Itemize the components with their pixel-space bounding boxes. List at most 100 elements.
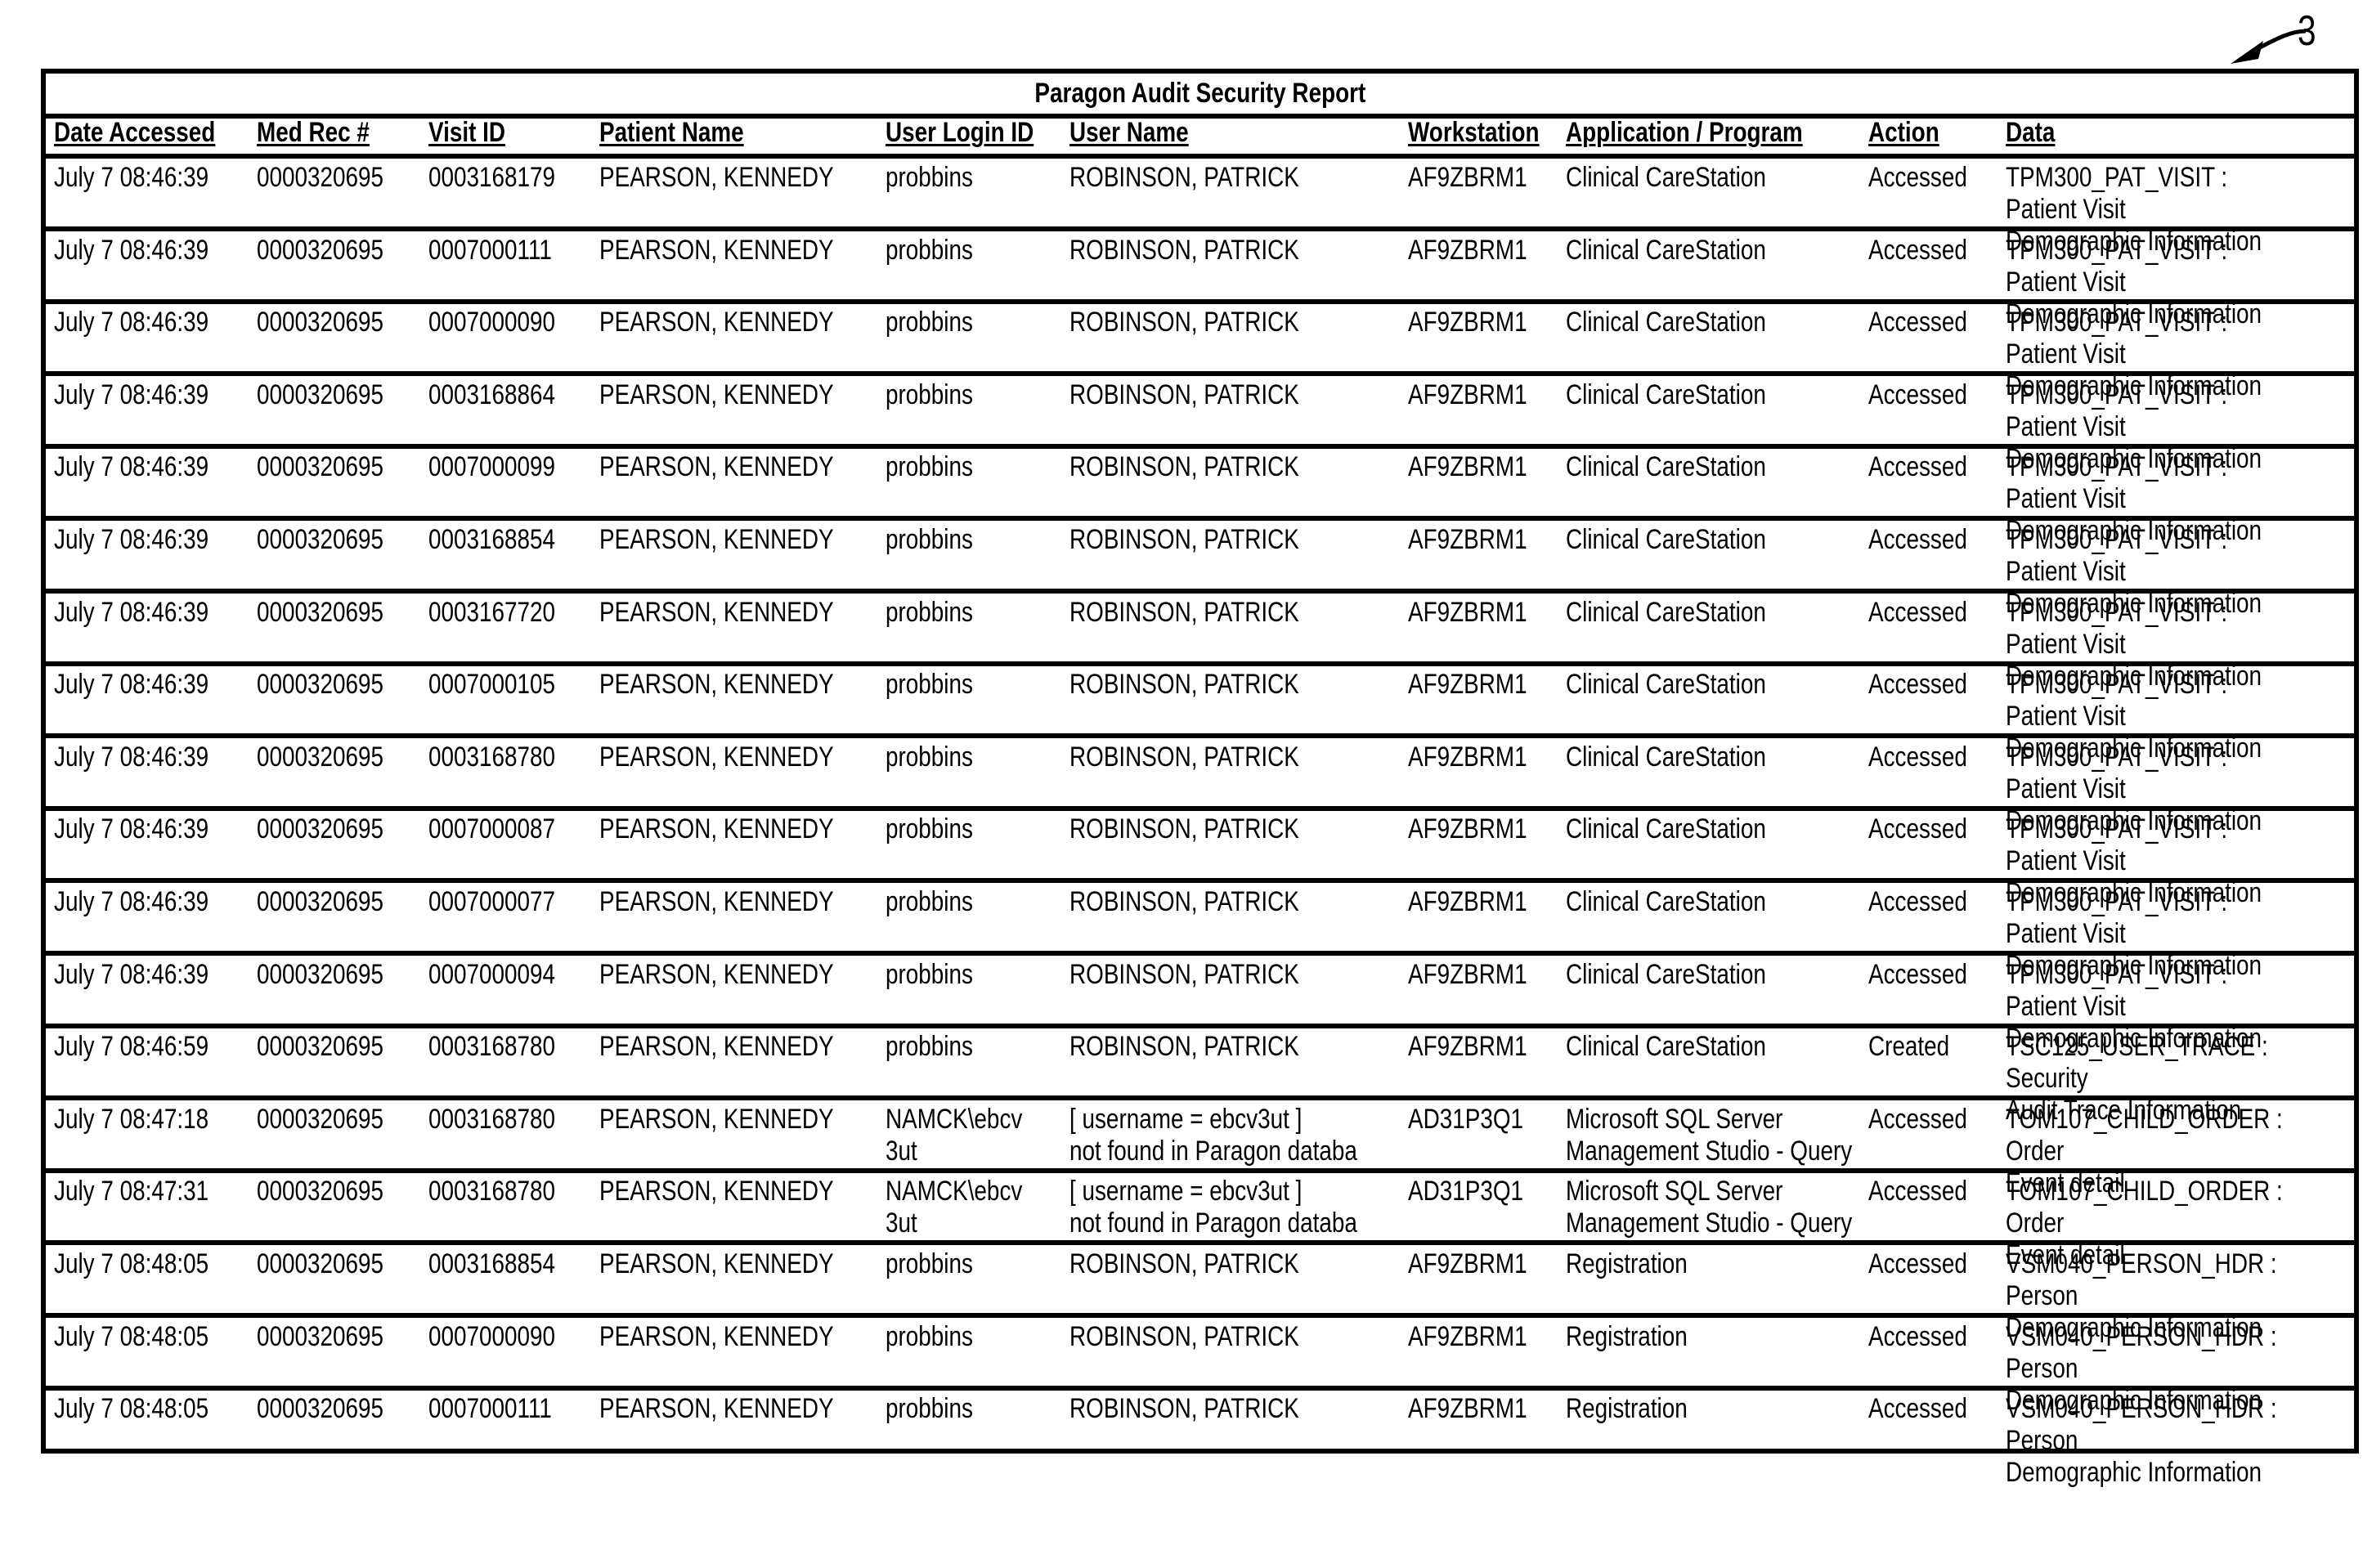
cell-patient-name: PEARSON, KENNEDY (599, 524, 834, 555)
cell-date-accessed: July 7 08:47:31 (54, 1176, 209, 1207)
cell-user-login-id: probbins (886, 1031, 973, 1063)
cell-workstation: AF9ZBRM1 (1408, 596, 1527, 628)
cell-visit-id: 0007000105 (428, 669, 556, 701)
cell-workstation: AD31P3Q1 (1408, 1176, 1524, 1207)
cell-date-accessed: July 7 08:46:39 (54, 596, 209, 628)
cell-visit-id: 0007000099 (428, 451, 556, 483)
cell-workstation: AF9ZBRM1 (1408, 379, 1527, 410)
cell-user-login-id: probbins (886, 307, 973, 338)
cell-user-name: ROBINSON, PATRICK (1069, 596, 1299, 628)
table-row: July 7 08:48:05 0000320695 0007000090 PEARS… (46, 1318, 2354, 1416)
cell-date-accessed: July 7 08:46:39 (54, 958, 209, 990)
cell-date-accessed: July 7 08:46:39 (54, 379, 209, 410)
cell-user-login-id: probbins (886, 596, 973, 628)
cell-action: Accessed (1868, 596, 1967, 628)
cell-user-login-id: probbins (886, 1320, 973, 1352)
cell-patient-name: PEARSON, KENNEDY (599, 379, 834, 410)
cell-user-login-id: probbins (886, 162, 973, 193)
cell-visit-id: 0003167720 (428, 596, 556, 628)
cell-user-login-id: probbins (886, 379, 973, 410)
column-header-date-accessed: Date Accessed (54, 117, 216, 148)
cell-user-login-id: probbins (886, 451, 973, 483)
cell-action: Accessed (1868, 162, 1967, 193)
cell-visit-id: 0003168780 (428, 1176, 556, 1207)
report-title: Paragon Audit Security Report (1034, 78, 1365, 109)
cell-patient-name: PEARSON, KENNEDY (599, 451, 834, 483)
cell-patient-name: PEARSON, KENNEDY (599, 886, 834, 917)
cell-med-rec: 0000320695 (257, 1176, 384, 1207)
cell-patient-name: PEARSON, KENNEDY (599, 958, 834, 990)
table-row: July 7 08:46:39 0000320695 0003168854 PEARS… (46, 521, 2354, 619)
cell-application: Clinical CareStation (1566, 379, 1766, 410)
cell-action: Accessed (1868, 1248, 1967, 1279)
cell-user-name: ROBINSON, PATRICK (1069, 162, 1299, 193)
column-header-data: Data (2006, 117, 2056, 148)
cell-visit-id: 0007000087 (428, 813, 556, 845)
cell-action: Accessed (1868, 451, 1967, 483)
table-row: July 7 08:46:39 0000320695 0003168864 PEARS… (46, 376, 2354, 474)
column-header-patient-name: Patient Name (599, 117, 744, 148)
cell-workstation: AF9ZBRM1 (1408, 1393, 1527, 1425)
cell-date-accessed: July 7 08:46:59 (54, 1031, 209, 1063)
column-header-workstation: Workstation (1408, 117, 1540, 148)
table-row: July 7 08:46:39 0000320695 0007000094 PEARS… (46, 956, 2354, 1054)
cell-application: Registration (1566, 1393, 1688, 1425)
cell-visit-id: 0003168854 (428, 1248, 556, 1279)
cell-visit-id: 0003168179 (428, 162, 556, 193)
cell-user-login-id: probbins (886, 1248, 973, 1279)
cell-user-login-id: probbins (886, 1393, 973, 1425)
cell-user-name: ROBINSON, PATRICK (1069, 1320, 1299, 1352)
cell-med-rec: 0000320695 (257, 524, 384, 555)
cell-med-rec: 0000320695 (257, 1393, 384, 1425)
table-row: July 7 08:46:39 0000320695 0007000077 PEARS… (46, 883, 2354, 981)
cell-application: Clinical CareStation (1566, 958, 1766, 990)
cell-med-rec: 0000320695 (257, 741, 384, 773)
header-row: Date Accessed Med Rec # Visit ID Patient Na… (46, 114, 2354, 159)
cell-action: Accessed (1868, 1103, 1967, 1135)
cell-application: Clinical CareStation (1566, 741, 1766, 773)
column-header-user-login-id: User Login ID (886, 117, 1034, 148)
cell-visit-id: 0003168864 (428, 379, 556, 410)
cell-action: Accessed (1868, 813, 1967, 845)
column-header-user-name: User Name (1069, 117, 1189, 148)
cell-workstation: AF9ZBRM1 (1408, 307, 1527, 338)
cell-patient-name: PEARSON, KENNEDY (599, 1176, 834, 1207)
cell-user-login-id: probbins (886, 234, 973, 266)
cell-workstation: AF9ZBRM1 (1408, 1031, 1527, 1063)
cell-patient-name: PEARSON, KENNEDY (599, 813, 834, 845)
cell-user-login-id: NAMCK\ebcv 3ut (886, 1103, 1023, 1167)
cell-patient-name: PEARSON, KENNEDY (599, 1393, 834, 1425)
cell-action: Accessed (1868, 524, 1967, 555)
table-row: July 7 08:46:39 0000320695 0007000111 PEARS… (46, 231, 2354, 329)
cell-workstation: AF9ZBRM1 (1408, 1248, 1527, 1279)
cell-workstation: AF9ZBRM1 (1408, 1320, 1527, 1352)
cell-visit-id: 0007000090 (428, 307, 556, 338)
cell-workstation: AF9ZBRM1 (1408, 669, 1527, 701)
cell-user-login-id: probbins (886, 886, 973, 917)
table-row: July 7 08:46:39 0000320695 0003168179 PEARS… (46, 159, 2354, 257)
cell-date-accessed: July 7 08:48:05 (54, 1393, 209, 1425)
cell-user-name: ROBINSON, PATRICK (1069, 1248, 1299, 1279)
cell-med-rec: 0000320695 (257, 1320, 384, 1352)
cell-application: Clinical CareStation (1566, 307, 1766, 338)
column-header-action: Action (1868, 117, 1939, 148)
cell-workstation: AF9ZBRM1 (1408, 958, 1527, 990)
cell-patient-name: PEARSON, KENNEDY (599, 1248, 834, 1279)
cell-visit-id: 0003168780 (428, 741, 556, 773)
cell-date-accessed: July 7 08:46:39 (54, 669, 209, 701)
cell-user-name: ROBINSON, PATRICK (1069, 1393, 1299, 1425)
table-row: July 7 08:46:39 0000320695 0003167720 PEARS… (46, 594, 2354, 692)
cell-user-name: ROBINSON, PATRICK (1069, 886, 1299, 917)
table-row: July 7 08:48:05 0000320695 0003168854 PEARS… (46, 1245, 2354, 1343)
cell-workstation: AF9ZBRM1 (1408, 741, 1527, 773)
cell-application: Clinical CareStation (1566, 813, 1766, 845)
cell-user-login-id: probbins (886, 741, 973, 773)
cell-user-name: ROBINSON, PATRICK (1069, 813, 1299, 845)
cell-patient-name: PEARSON, KENNEDY (599, 1031, 834, 1063)
cell-visit-id: 0007000077 (428, 886, 556, 917)
cell-date-accessed: July 7 08:46:39 (54, 813, 209, 845)
cell-user-name: ROBINSON, PATRICK (1069, 307, 1299, 338)
cell-visit-id: 0003168780 (428, 1103, 556, 1135)
cell-user-login-id: probbins (886, 813, 973, 845)
cell-date-accessed: July 7 08:48:05 (54, 1248, 209, 1279)
